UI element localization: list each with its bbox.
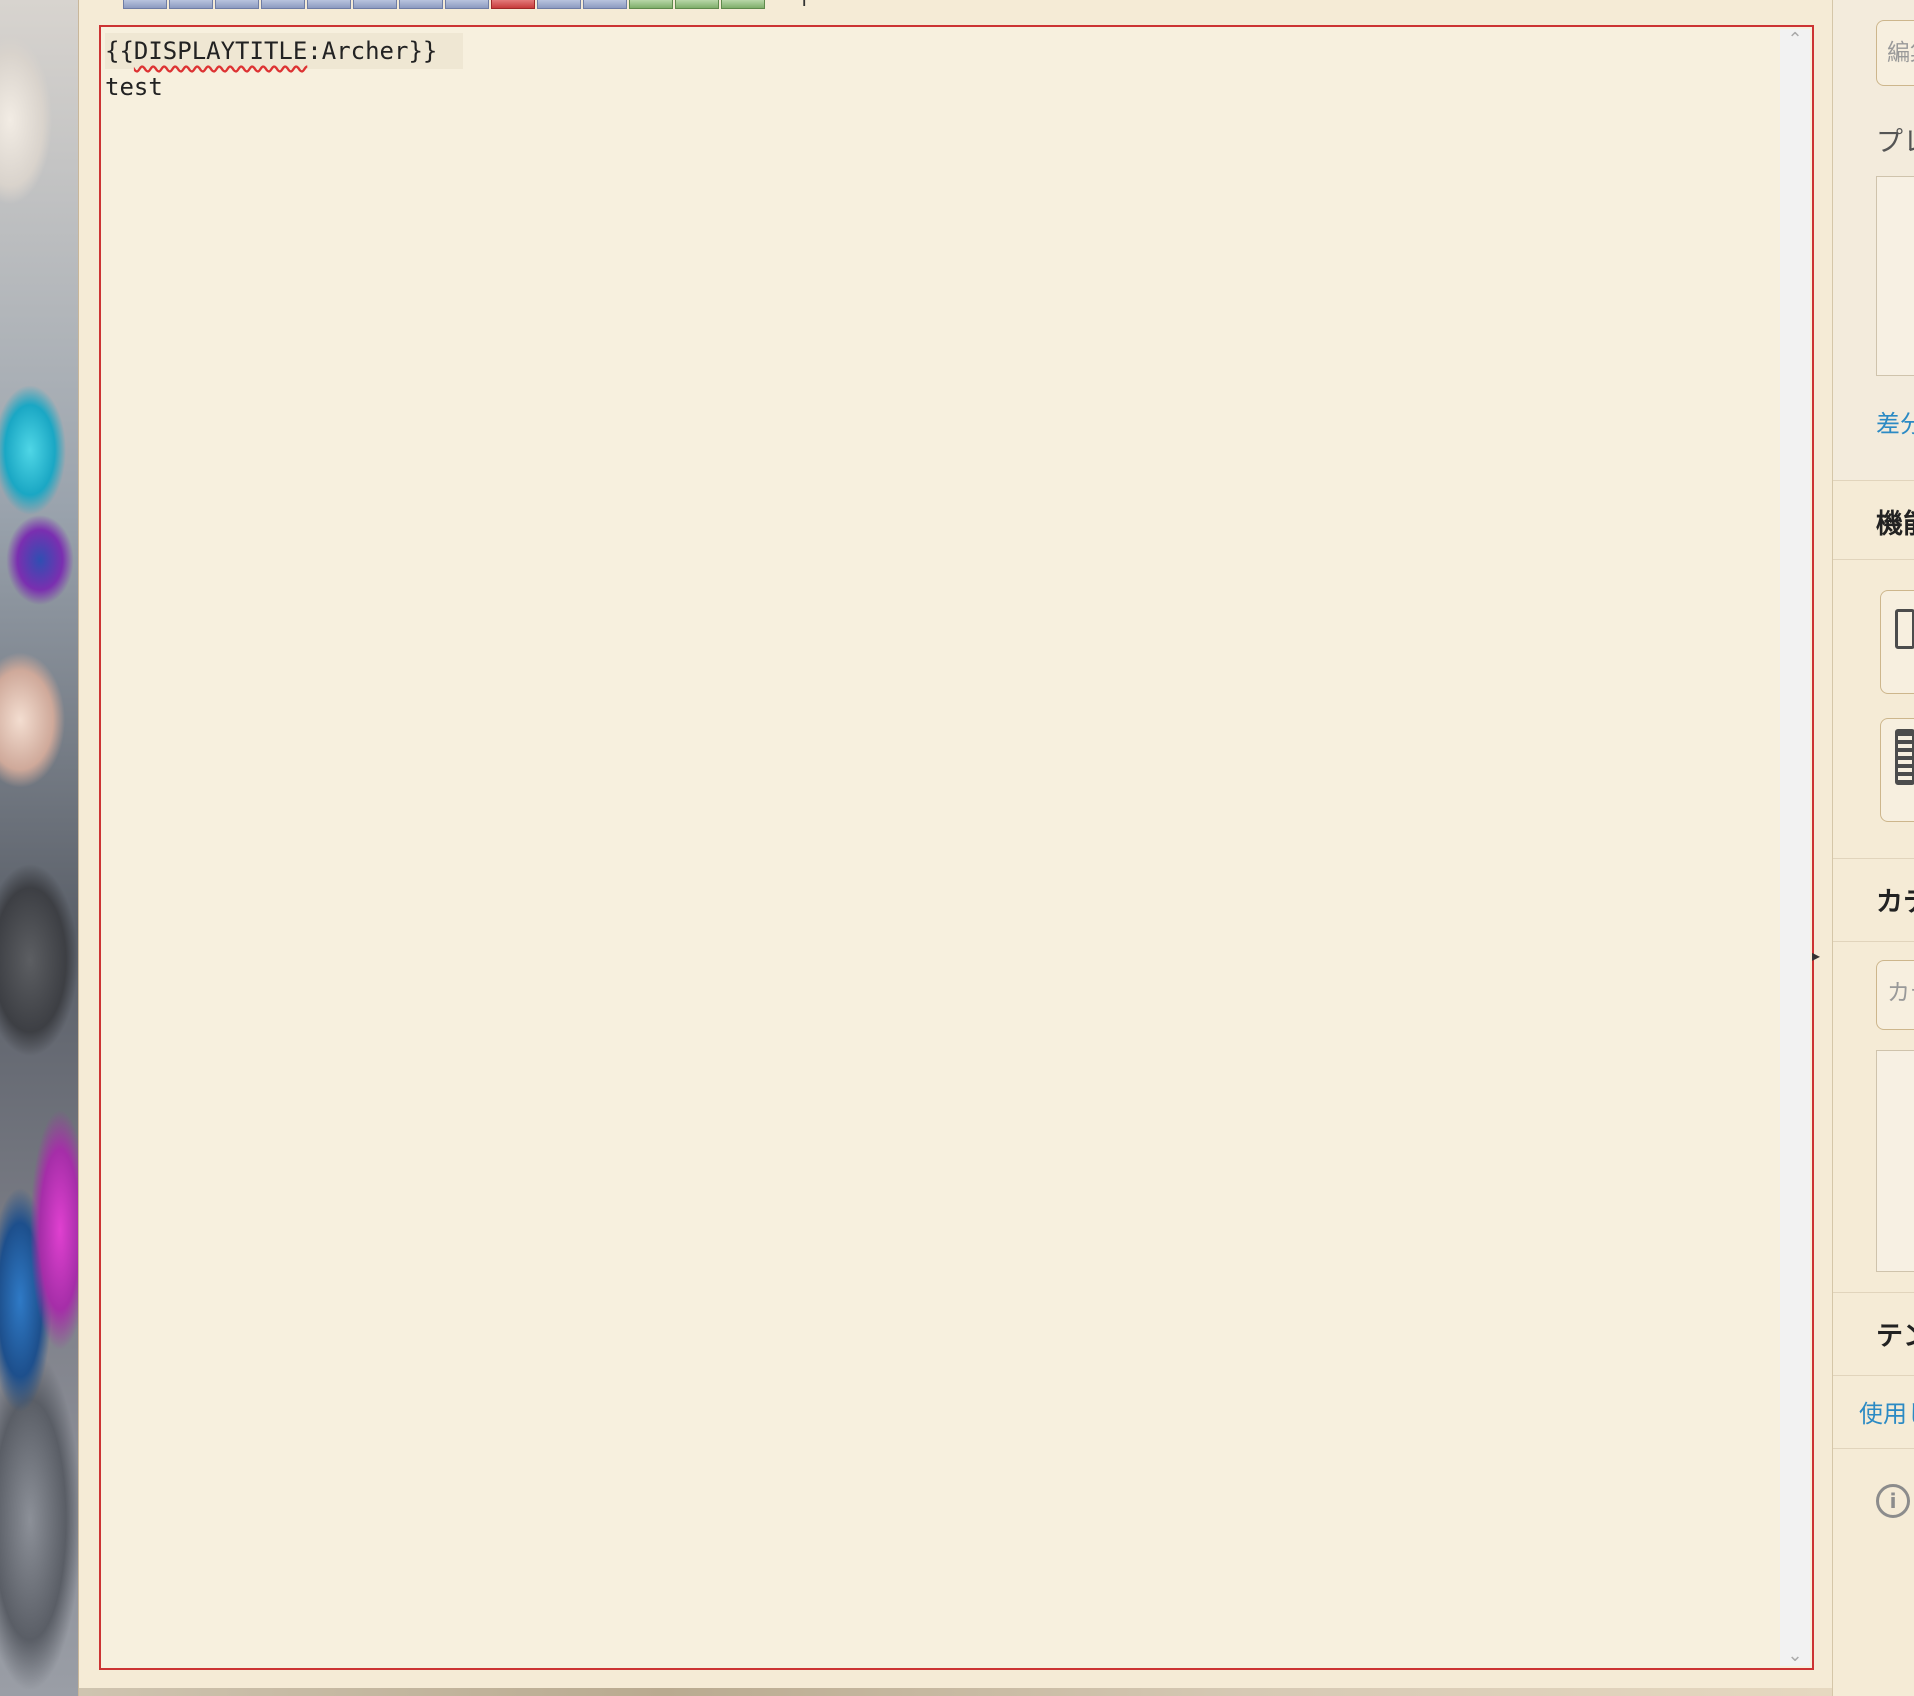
toolbar-button[interactable] bbox=[675, 0, 719, 9]
toolbar-button[interactable] bbox=[261, 0, 305, 9]
used-templates-link[interactable]: 使用し bbox=[1859, 1394, 1914, 1429]
template-heading: テン bbox=[1876, 1321, 1914, 1352]
toolbar-button[interactable] bbox=[123, 0, 167, 9]
category-input[interactable]: カテ bbox=[1876, 960, 1914, 1030]
background-artwork bbox=[0, 0, 78, 1696]
info-icon[interactable]: i bbox=[1876, 1484, 1910, 1518]
editor-bottom-rule bbox=[79, 1688, 1833, 1696]
video-icon bbox=[1895, 729, 1914, 785]
edit-summary-input[interactable]: 編集 bbox=[1876, 20, 1914, 86]
category-heading: カテ bbox=[1876, 887, 1914, 918]
rail-footer bbox=[1833, 1448, 1914, 1696]
toolbar-more-button[interactable]: + bbox=[795, 0, 813, 11]
edit-form: + {{DISPLAYTITLE:Archer}} test ⌃ ⌄ bbox=[78, 0, 1833, 1696]
spellcheck-token: DISPLAYTITLE bbox=[133, 37, 308, 65]
toolbar-button[interactable] bbox=[537, 0, 581, 9]
text-token: {{ bbox=[105, 37, 134, 65]
insert-video-tile[interactable] bbox=[1880, 718, 1914, 822]
editor-toolbar bbox=[123, 0, 767, 10]
category-list bbox=[1876, 1050, 1914, 1272]
features-heading: 機能 bbox=[1876, 509, 1914, 540]
diff-link[interactable]: 差分 bbox=[1876, 404, 1914, 439]
right-rail: 編集 プレ 差分 機能 カテ カテ テン 使用し i bbox=[1832, 0, 1914, 1696]
toolbar-button[interactable] bbox=[721, 0, 765, 9]
wikitext-textarea[interactable]: {{DISPLAYTITLE:Archer}} test bbox=[103, 29, 1778, 1666]
text-token: :Archer}} bbox=[307, 37, 438, 65]
toolbar-button[interactable] bbox=[169, 0, 213, 9]
editor-line: test bbox=[105, 73, 163, 101]
insert-image-tile[interactable] bbox=[1880, 590, 1914, 694]
toolbar-button[interactable] bbox=[353, 0, 397, 9]
collapse-arrow-icon[interactable]: ▸ bbox=[1812, 944, 1824, 968]
editor-scrollbar[interactable]: ⌃ ⌄ bbox=[1780, 29, 1810, 1666]
toolbar-button[interactable] bbox=[307, 0, 351, 9]
scroll-down-arrow-icon[interactable]: ⌄ bbox=[1780, 1645, 1810, 1666]
toolbar-button[interactable] bbox=[629, 0, 673, 9]
scroll-up-arrow-icon[interactable]: ⌃ bbox=[1780, 29, 1810, 50]
editor-line: {{DISPLAYTITLE:Archer}} bbox=[105, 33, 463, 69]
preview-heading: プレ bbox=[1876, 127, 1914, 158]
toolbar-button[interactable] bbox=[399, 0, 443, 9]
toolbar-button[interactable] bbox=[445, 0, 489, 9]
preview-box bbox=[1876, 176, 1914, 376]
toolbar-button[interactable] bbox=[215, 0, 259, 9]
image-icon bbox=[1895, 609, 1914, 649]
toolbar-button[interactable] bbox=[491, 0, 535, 9]
wikitext-editor[interactable]: {{DISPLAYTITLE:Archer}} test ⌃ ⌄ bbox=[99, 25, 1814, 1670]
toolbar-button[interactable] bbox=[583, 0, 627, 9]
